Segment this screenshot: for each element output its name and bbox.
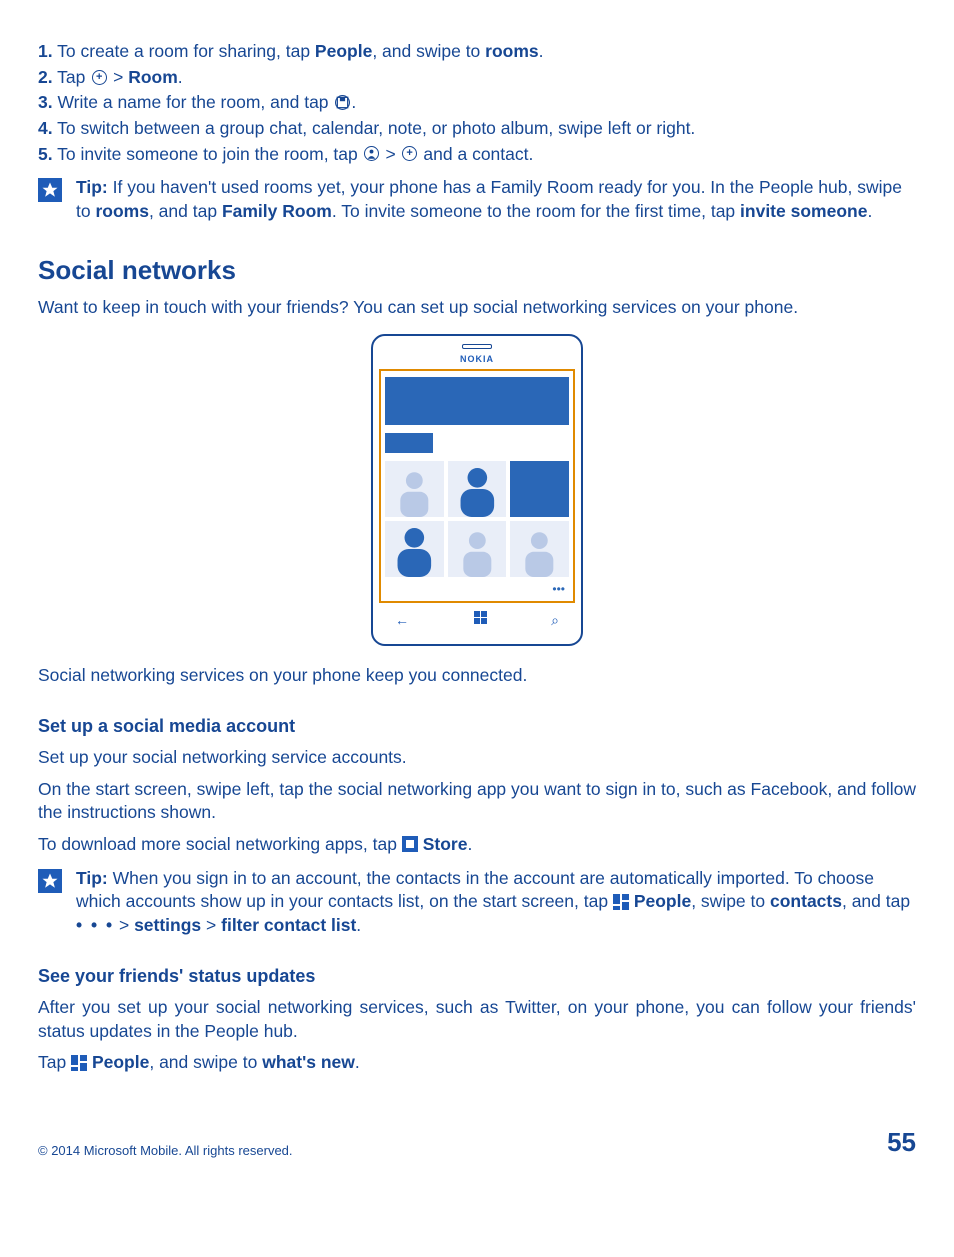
people-tile-icon: [71, 1055, 87, 1071]
back-icon: ←: [395, 611, 409, 630]
contact-tile: [385, 521, 444, 577]
save-circle-icon: [333, 94, 351, 112]
after-image-paragraph: Social networking services on your phone…: [38, 664, 916, 688]
copyright: © 2014 Microsoft Mobile. All rights rese…: [38, 1142, 293, 1160]
phone-brand: NOKIA: [379, 353, 575, 365]
star-icon: [38, 178, 62, 202]
tip-text: Tip: If you haven't used rooms yet, your…: [76, 176, 916, 223]
step-number: 2.: [38, 67, 53, 87]
tip-row-2: Tip: When you sign in to an account, the…: [38, 867, 916, 938]
subsection-heading: See your friends' status updates: [38, 964, 916, 988]
earpiece-icon: [462, 344, 492, 349]
more-icon: •••: [381, 581, 573, 601]
page-number: 55: [887, 1125, 916, 1160]
footer: © 2014 Microsoft Mobile. All rights rese…: [38, 1125, 916, 1160]
contact-tile: [510, 461, 569, 517]
paragraph: Tap People, and swipe to what's new.: [38, 1051, 916, 1075]
section-heading: Social networks: [38, 253, 916, 288]
step-number: 5.: [38, 144, 53, 164]
contact-tile: [385, 461, 444, 517]
step-1: 1. To create a room for sharing, tap Peo…: [38, 40, 916, 64]
subsection-heading: Set up a social media account: [38, 714, 916, 738]
people-tile-icon: [613, 894, 629, 910]
step-number: 1.: [38, 41, 53, 61]
step-3: 3. Write a name for the room, and tap .: [38, 91, 916, 115]
step-5: 5. To invite someone to join the room, t…: [38, 143, 916, 167]
star-icon: [38, 869, 62, 893]
contact-tile: [510, 521, 569, 577]
step-2: 2. Tap + > Room.: [38, 66, 916, 90]
contact-tile: [448, 521, 507, 577]
step-number: 3.: [38, 92, 53, 112]
windows-icon: [474, 611, 487, 630]
step-number: 4.: [38, 118, 53, 138]
search-icon: ⌕: [551, 611, 559, 630]
plus-circle-icon: +: [90, 68, 108, 86]
steps-list: 1. To create a room for sharing, tap Peo…: [38, 40, 916, 166]
phone-screen: •••: [379, 369, 575, 603]
store-icon: [402, 836, 418, 852]
phone-illustration: NOKIA ••• ← ⌕: [38, 334, 916, 646]
paragraph: On the start screen, swipe left, tap the…: [38, 778, 916, 825]
intro-paragraph: Want to keep in touch with your friends?…: [38, 296, 916, 320]
phone-navbar: ← ⌕: [379, 603, 575, 630]
plus-circle-icon: +: [401, 145, 419, 163]
tip-row-1: Tip: If you haven't used rooms yet, your…: [38, 176, 916, 223]
contact-tile: [448, 461, 507, 517]
paragraph: After you set up your social networking …: [38, 996, 916, 1043]
invite-circle-icon: [363, 145, 381, 163]
paragraph: Set up your social networking service ac…: [38, 746, 916, 770]
ellipsis-icon: • • •: [76, 915, 114, 935]
paragraph: To download more social networking apps,…: [38, 833, 916, 857]
tip-text: Tip: When you sign in to an account, the…: [76, 867, 916, 938]
step-4: 4. To switch between a group chat, calen…: [38, 117, 916, 141]
